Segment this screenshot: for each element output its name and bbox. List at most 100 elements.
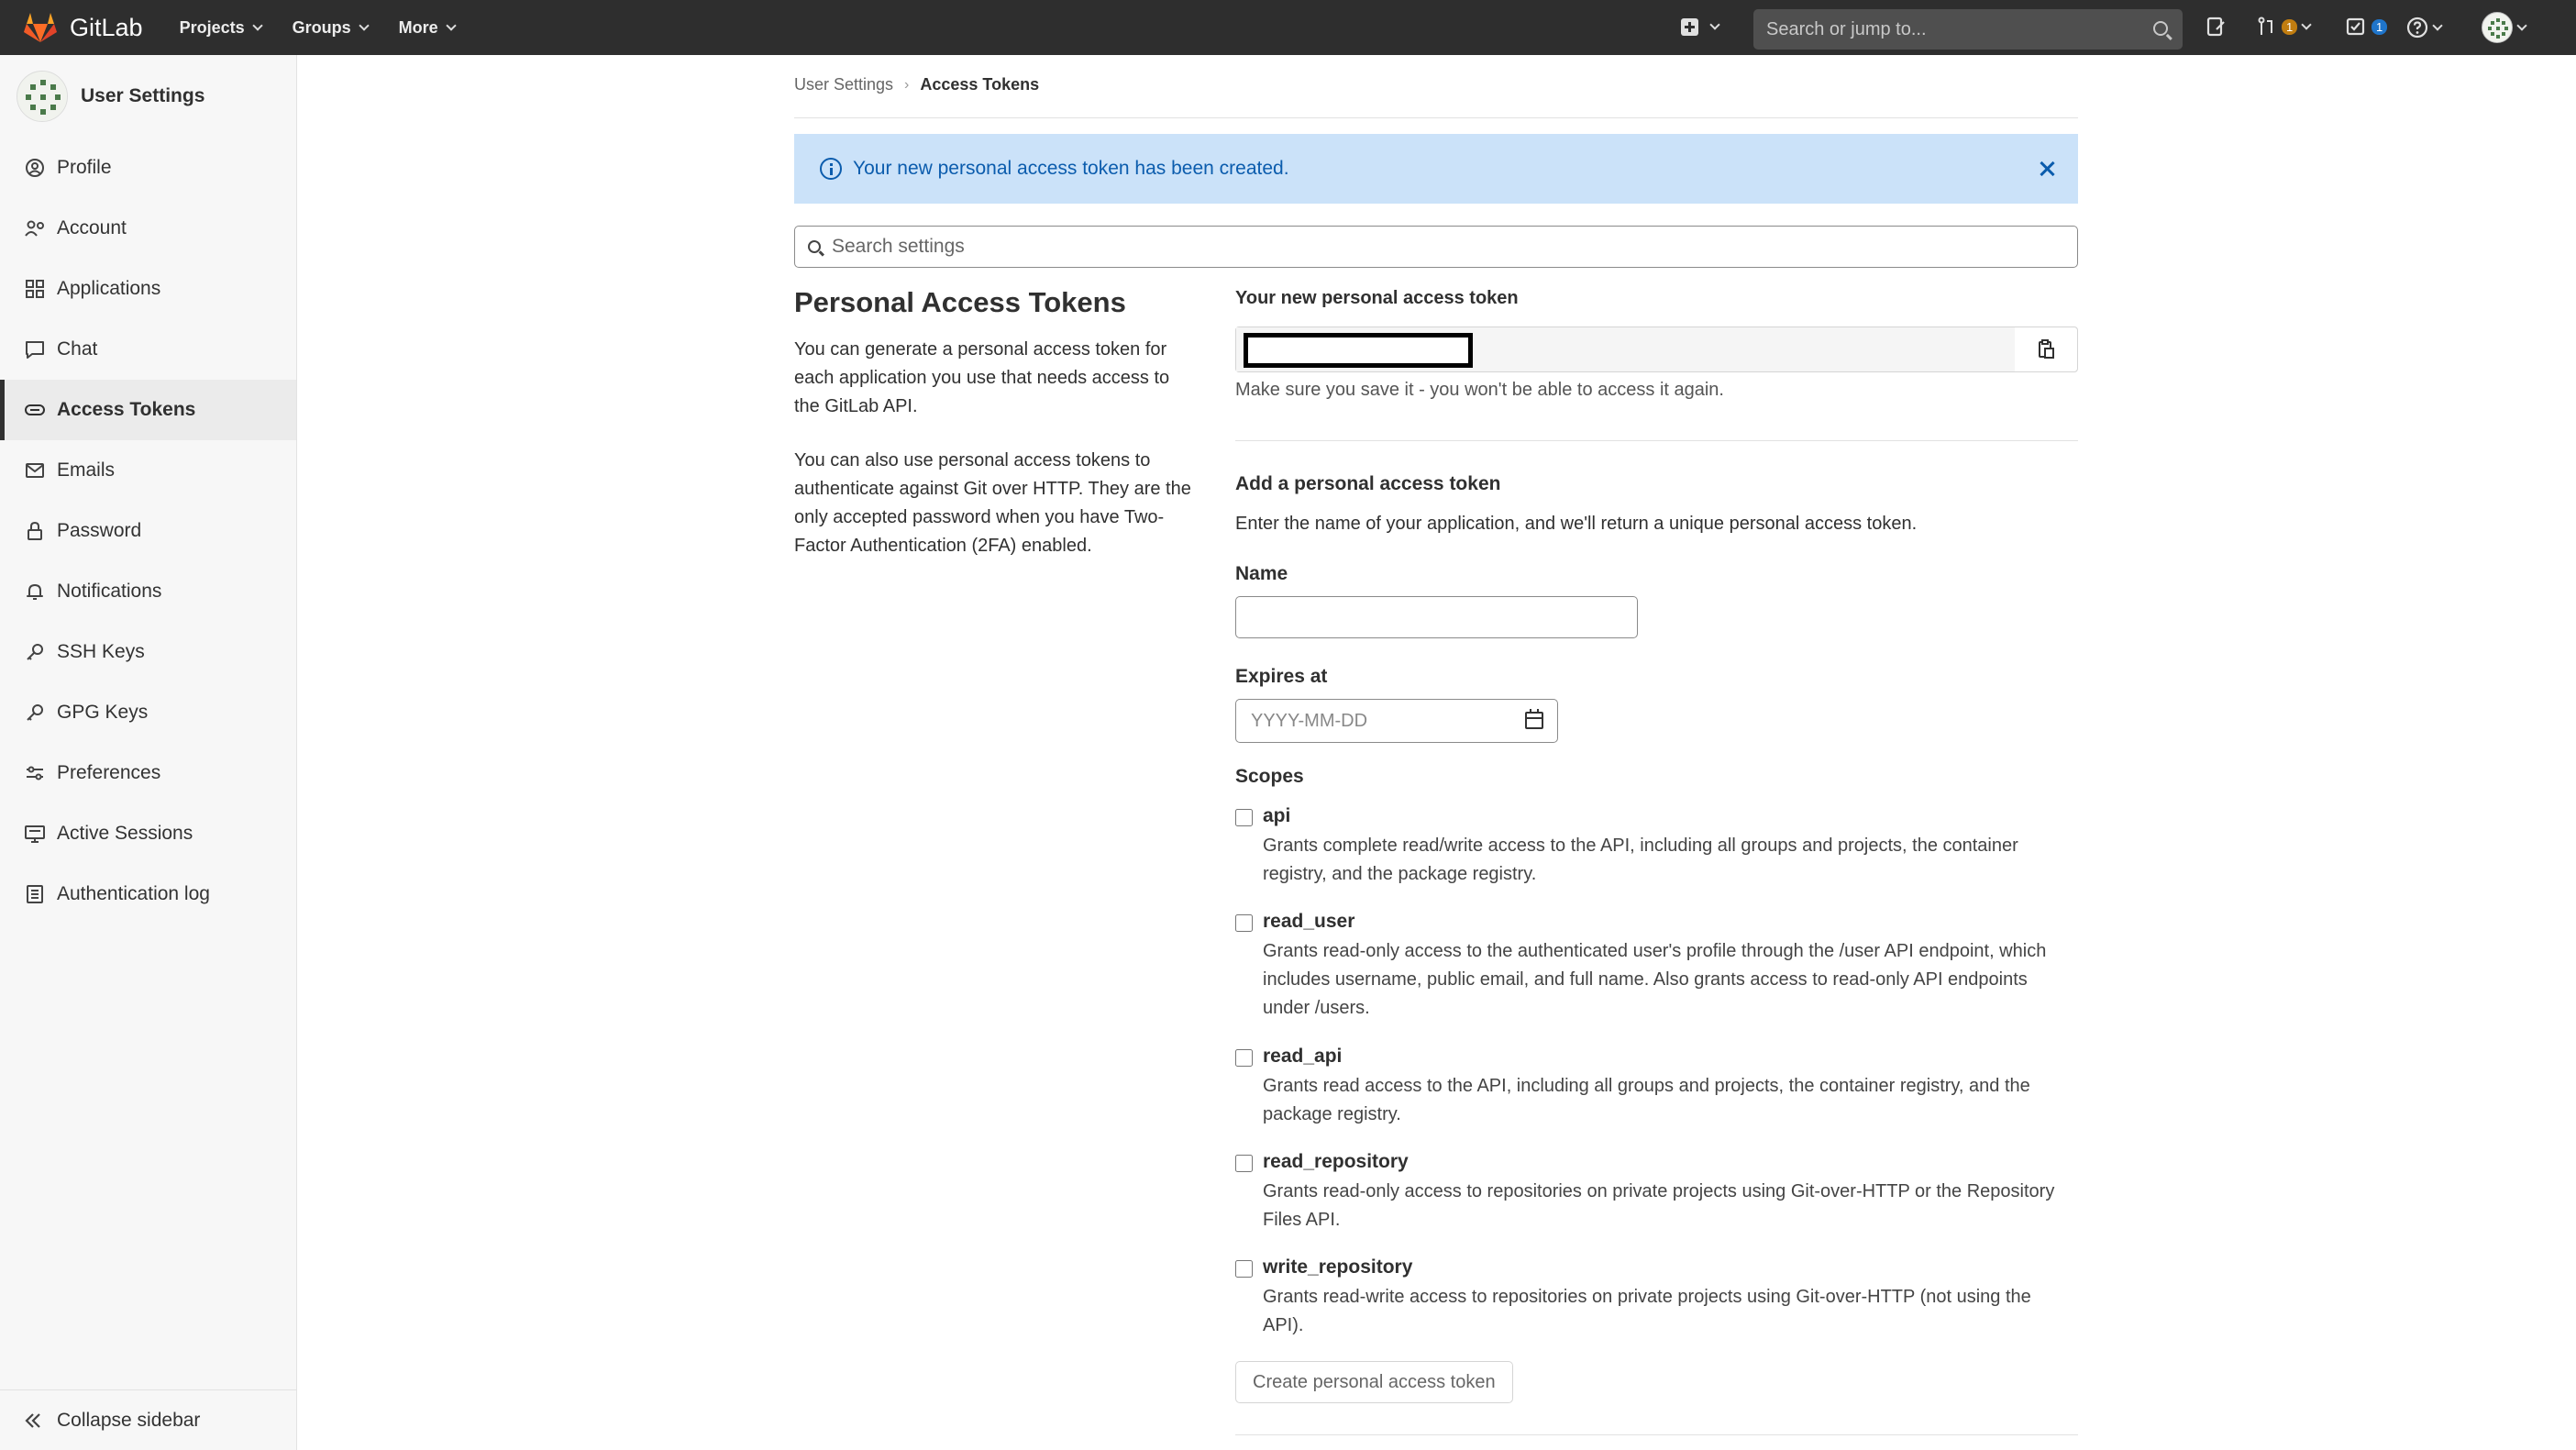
gitlab-logo[interactable]: GitLab: [24, 12, 143, 43]
top-navbar: GitLab Projects Groups More 1 1: [0, 0, 2576, 55]
search-icon: [808, 240, 821, 253]
section-divider: [1235, 440, 2078, 441]
sidebar-item-label: Emails: [57, 459, 116, 481]
scope-read-api: read_api Grants read access to the API, …: [1235, 1046, 2078, 1137]
chevron-down-icon: [1709, 19, 1720, 30]
collapse-sidebar-button[interactable]: Collapse sidebar: [0, 1389, 296, 1450]
sidebar-header[interactable]: User Settings: [0, 55, 296, 138]
scope-name[interactable]: read_user: [1263, 911, 1354, 933]
sidebar-item-password[interactable]: Password: [0, 501, 296, 561]
expires-at-input[interactable]: [1235, 699, 1558, 743]
bell-icon: [24, 581, 46, 603]
sidebar-item-label: GPG Keys: [57, 702, 149, 723]
merge-requests-button[interactable]: 1: [2258, 17, 2312, 37]
new-token-value[interactable]: [1236, 327, 2016, 371]
double-chevron-left-icon: [24, 1410, 46, 1432]
nav-projects[interactable]: Projects: [180, 18, 263, 38]
settings-search-input[interactable]: [832, 236, 2024, 258]
breadcrumb-parent[interactable]: User Settings: [794, 75, 893, 94]
sidebar-item-preferences[interactable]: Preferences: [0, 743, 296, 803]
sidebar-item-active-sessions[interactable]: Active Sessions: [0, 803, 296, 864]
breadcrumb: User Settings › Access Tokens: [794, 75, 1039, 94]
mail-icon: [24, 459, 46, 481]
sidebar-item-label: Chat: [57, 338, 98, 360]
avatar: [2482, 12, 2513, 43]
copy-token-button[interactable]: [2015, 327, 2077, 371]
scope-name[interactable]: read_api: [1263, 1046, 1342, 1068]
sidebar-item-label: Access Tokens: [57, 399, 196, 420]
sidebar-item-emails[interactable]: Emails: [0, 440, 296, 501]
token-name-input[interactable]: [1235, 596, 1638, 638]
user-menu-button[interactable]: [2482, 12, 2527, 43]
key-icon: [24, 702, 46, 724]
new-token-field: [1235, 327, 2078, 372]
sidebar-item-label: Notifications: [57, 581, 162, 602]
sidebar-item-authentication-log[interactable]: Authentication log: [0, 864, 296, 924]
scope-description: Grants read access to the API, including…: [1263, 1076, 2030, 1124]
chevron-down-icon: [2301, 18, 2312, 30]
calendar-icon[interactable]: [1525, 709, 1543, 729]
nav-more[interactable]: More: [399, 18, 457, 38]
sidebar-item-access-tokens[interactable]: Access Tokens: [0, 380, 296, 440]
sidebar-item-label: Preferences: [57, 762, 161, 783]
sidebar-item-account[interactable]: Account: [0, 198, 296, 259]
expires-label: Expires at: [1235, 666, 1328, 687]
issues-icon: [2206, 17, 2225, 37]
scope-checkbox[interactable]: [1235, 1260, 1253, 1278]
global-search-input[interactable]: [1766, 18, 2133, 40]
sidebar-item-chat[interactable]: Chat: [0, 319, 296, 380]
sidebar-item-notifications[interactable]: Notifications: [0, 561, 296, 622]
merge-request-icon: [2258, 17, 2272, 35]
sidebar-item-label: SSH Keys: [57, 641, 145, 662]
todo-icon: [2346, 17, 2365, 36]
scope-name[interactable]: api: [1263, 805, 1290, 827]
scope-read-repository: read_repository Grants read-only access …: [1235, 1151, 2078, 1243]
scopes-label: Scopes: [1235, 766, 1304, 787]
global-search[interactable]: [1753, 9, 2183, 50]
applications-icon: [24, 278, 46, 300]
scope-description: Grants read-only access to repositories …: [1263, 1181, 2055, 1230]
create-token-button[interactable]: Create personal access token: [1235, 1361, 1513, 1403]
help-icon: [2406, 17, 2428, 39]
chat-icon: [24, 338, 46, 360]
settings-search[interactable]: [794, 226, 2078, 268]
nav-groups[interactable]: Groups: [293, 18, 370, 38]
avatar: [17, 71, 68, 122]
help-button[interactable]: [2406, 17, 2443, 39]
sidebar-item-label: Active Sessions: [57, 823, 193, 844]
scope-description: Grants complete read/write access to the…: [1263, 836, 2018, 884]
close-icon[interactable]: [2038, 160, 2056, 178]
sidebar-item-profile[interactable]: Profile: [0, 138, 296, 198]
scope-checkbox[interactable]: [1235, 1155, 1253, 1172]
todos-button[interactable]: 1: [2346, 17, 2388, 37]
sidebar-title: User Settings: [81, 85, 205, 106]
breadcrumb-divider: [794, 117, 2078, 118]
scope-name[interactable]: read_repository: [1263, 1151, 1409, 1173]
sidebar-item-applications[interactable]: Applications: [0, 259, 296, 319]
scope-write-repository: write_repository Grants read-write acces…: [1235, 1256, 2078, 1348]
scope-description: Grants read-only access to the authentic…: [1263, 941, 2047, 1018]
page-title: Personal Access Tokens: [794, 286, 1126, 318]
token-icon: [24, 399, 46, 421]
scope-api: api Grants complete read/write access to…: [1235, 805, 2078, 897]
add-token-title: Add a personal access token: [1235, 473, 1501, 494]
sidebar-item-gpg-keys[interactable]: GPG Keys: [0, 682, 296, 743]
chevron-down-icon: [445, 19, 457, 31]
new-dropdown-button[interactable]: [1681, 18, 1720, 36]
scope-checkbox[interactable]: [1235, 1049, 1253, 1067]
section-divider: [1235, 1434, 2078, 1435]
sidebar-item-ssh-keys[interactable]: SSH Keys: [0, 622, 296, 682]
lock-icon: [24, 520, 46, 542]
issues-button[interactable]: [2206, 17, 2227, 37]
sidebar-item-label: Authentication log: [57, 883, 210, 904]
chevron-down-icon: [251, 19, 263, 31]
scope-read-user: read_user Grants read-only access to the…: [1235, 911, 2078, 1030]
scope-name[interactable]: write_repository: [1263, 1256, 1412, 1278]
breadcrumb-current[interactable]: Access Tokens: [920, 75, 1039, 94]
save-token-hint: Make sure you save it - you won't be abl…: [1235, 380, 1724, 400]
scope-checkbox[interactable]: [1235, 809, 1253, 826]
intro-section: Personal Access Tokens You can generate …: [794, 286, 1198, 586]
breadcrumb-separator: ›: [904, 76, 910, 93]
key-icon: [24, 641, 46, 663]
scope-checkbox[interactable]: [1235, 914, 1253, 932]
